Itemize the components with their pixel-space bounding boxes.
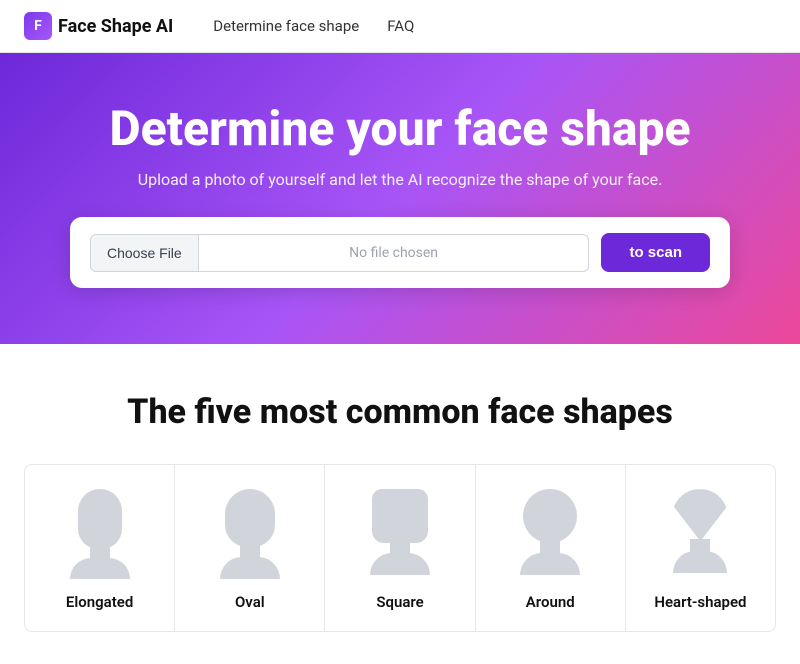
face-illustration-oval <box>215 489 285 579</box>
face-illustration-square <box>365 489 435 579</box>
face-shoulders-square <box>370 553 430 575</box>
shapes-title: The five most common face shapes <box>24 392 776 432</box>
hero-section: Determine your face shape Upload a photo… <box>0 53 800 344</box>
choose-file-button[interactable]: Choose File <box>90 234 198 272</box>
hero-subtitle: Upload a photo of yourself and let the A… <box>24 170 776 189</box>
face-head-square <box>372 489 428 543</box>
shape-card-oval: Oval <box>175 464 325 632</box>
logo-text: Face Shape AI <box>58 16 173 37</box>
shape-label-oval: Oval <box>235 593 265 611</box>
scan-button[interactable]: to scan <box>601 233 710 272</box>
file-input-wrapper: Choose File No file chosen <box>90 234 589 272</box>
face-head-around <box>523 489 577 543</box>
shape-label-around: Around <box>526 593 575 611</box>
shape-card-around: Around <box>476 464 626 632</box>
face-head-elongated <box>78 489 122 548</box>
hero-title: Determine your face shape <box>24 101 776 156</box>
face-illustration-elongated <box>65 489 135 579</box>
nav-faq[interactable]: FAQ <box>387 17 414 35</box>
face-head-oval <box>225 489 275 547</box>
logo: F Face Shape AI <box>24 12 173 40</box>
logo-icon: F <box>24 12 52 40</box>
file-name-display: No file chosen <box>198 234 590 272</box>
face-illustration-heart <box>665 489 735 579</box>
shape-label-elongated: Elongated <box>66 593 133 611</box>
face-illustration-around <box>515 489 585 579</box>
nav-links: Determine face shape FAQ <box>213 17 414 35</box>
face-shoulders-around <box>520 553 580 575</box>
shape-label-square: Square <box>376 593 423 611</box>
face-head-heart <box>672 489 728 541</box>
face-shoulders-heart <box>673 551 727 573</box>
shape-card-square: Square <box>325 464 475 632</box>
shape-card-elongated: Elongated <box>24 464 175 632</box>
upload-card: Choose File No file chosen to scan <box>70 217 730 288</box>
navbar: F Face Shape AI Determine face shape FAQ <box>0 0 800 53</box>
shapes-grid: Elongated Oval Square <box>24 464 776 632</box>
nav-determine[interactable]: Determine face shape <box>213 17 359 35</box>
shape-card-heart: Heart-shaped <box>626 464 776 632</box>
shapes-section: The five most common face shapes Elongat… <box>0 344 800 664</box>
shape-label-heart: Heart-shaped <box>654 593 746 611</box>
face-shoulders-oval <box>220 557 280 579</box>
face-shoulders-elongated <box>70 558 130 579</box>
